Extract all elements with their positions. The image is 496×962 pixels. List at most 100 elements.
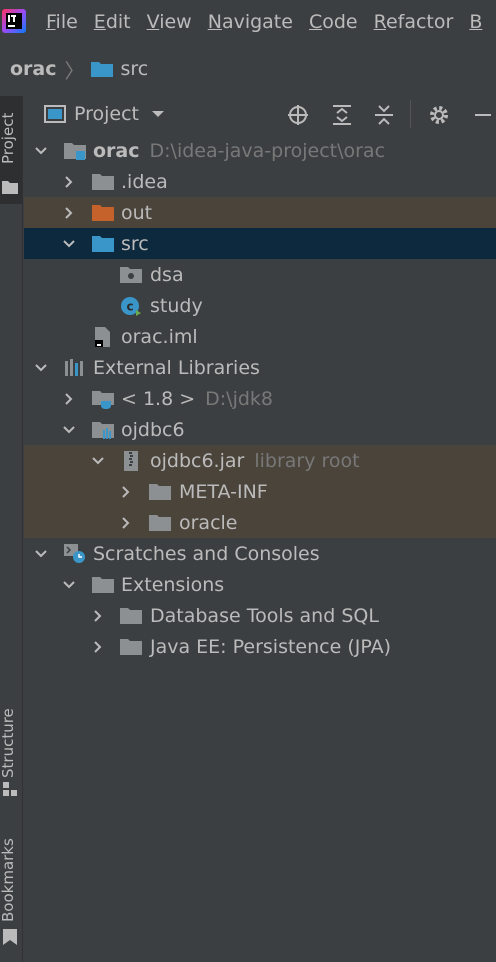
- folder-icon: [120, 607, 142, 624]
- chevron-right-icon[interactable]: [119, 516, 133, 530]
- bookmarks-tool-label: Bookmarks: [0, 838, 17, 922]
- tree-row-out[interactable]: out: [24, 197, 496, 228]
- structure-tool-tab[interactable]: Structure: [0, 690, 22, 800]
- chevron-down-icon[interactable]: [62, 237, 76, 251]
- tree-row-meta-inf[interactable]: META-INF: [24, 476, 496, 507]
- tree-row-database-tools[interactable]: Database Tools and SQL: [24, 600, 496, 631]
- tree-label: out: [121, 201, 153, 224]
- tree-row-scratches[interactable]: Scratches and Consoles: [24, 538, 496, 569]
- tree-row-src[interactable]: src: [24, 228, 496, 259]
- menu-navigate[interactable]: Navigate: [208, 11, 293, 33]
- tree-label: study: [150, 294, 203, 317]
- tree-label: oracle: [179, 511, 238, 534]
- root-module-path: D:\idea-java-project\orac: [149, 139, 386, 162]
- source-folder-icon: [92, 235, 114, 252]
- tree-label: External Libraries: [93, 356, 260, 379]
- chevron-right-icon[interactable]: [62, 392, 76, 406]
- folder-icon: [149, 483, 171, 500]
- module-file-icon: [95, 326, 110, 347]
- folder-icon: [149, 514, 171, 531]
- tree-row-oracle[interactable]: oracle: [24, 507, 496, 538]
- menu-build[interactable]: B: [469, 11, 482, 33]
- scratches-icon: [64, 543, 85, 563]
- chevron-down-icon[interactable]: [62, 578, 76, 592]
- project-tool-label: Project: [0, 112, 17, 164]
- menu-edit[interactable]: Edit: [94, 11, 131, 33]
- tree-row-jdk[interactable]: < 1.8 > D:\jdk8: [24, 383, 496, 414]
- chevron-down-icon[interactable]: [34, 361, 48, 375]
- panel-title[interactable]: Project: [74, 103, 139, 125]
- project-panel-header: Project: [24, 96, 496, 132]
- tree-row-orac[interactable]: orac D:\idea-java-project\orac: [24, 135, 496, 166]
- menu-file[interactable]: File: [46, 11, 78, 33]
- tree-row-jar[interactable]: ojdbc6.jar library root: [24, 445, 496, 476]
- bookmarks-tool-tab[interactable]: Bookmarks: [0, 825, 22, 950]
- project-tool-tab[interactable]: Project: [0, 96, 22, 204]
- chevron-down-icon[interactable]: [34, 144, 48, 158]
- structure-icon: [3, 782, 17, 796]
- chevron-down-icon[interactable]: [91, 454, 105, 468]
- folder-icon: [92, 173, 114, 190]
- menu-refactor[interactable]: Refactor: [374, 11, 454, 33]
- minimize-icon[interactable]: [472, 104, 494, 126]
- tree-row-extensions[interactable]: Extensions: [24, 569, 496, 600]
- tree-label: orac.iml: [121, 325, 198, 348]
- breadcrumb-separator-icon: 〉: [64, 58, 85, 83]
- chevron-down-icon[interactable]: [62, 423, 76, 437]
- tree-label: Database Tools and SQL: [150, 604, 379, 627]
- chevron-right-icon[interactable]: [119, 485, 133, 499]
- tree-row-idea[interactable]: .idea: [24, 166, 496, 197]
- tree-label: dsa: [150, 263, 184, 286]
- root-module-name: orac: [93, 139, 140, 162]
- library-icon: [65, 358, 83, 376]
- chevron-right-icon[interactable]: [62, 175, 76, 189]
- jdk-name: < 1.8 >: [121, 387, 196, 410]
- folder-icon: [92, 576, 114, 593]
- library-folder-icon: [92, 421, 114, 439]
- excluded-folder-icon: [92, 204, 114, 221]
- tree-row-external-libraries[interactable]: External Libraries: [24, 352, 496, 383]
- tree-label: ojdbc6: [121, 418, 185, 441]
- folder-blue-icon: [90, 62, 113, 77]
- jar-note: library root: [254, 449, 360, 472]
- breadcrumb-root[interactable]: orac: [10, 58, 57, 80]
- menu-code[interactable]: Code: [309, 11, 358, 33]
- structure-tool-label: Structure: [0, 708, 17, 778]
- chevron-right-icon[interactable]: [91, 640, 105, 654]
- java-class-icon: c: [121, 296, 141, 316]
- tree-label: .idea: [121, 170, 168, 193]
- folder-tool-icon: [2, 181, 18, 194]
- tree-label: Scratches and Consoles: [93, 542, 320, 565]
- tree-row-iml[interactable]: orac.iml: [24, 321, 496, 352]
- expand-all-icon[interactable]: [331, 104, 353, 126]
- tree-row-study[interactable]: c study: [24, 290, 496, 321]
- tree-label: Extensions: [121, 573, 225, 596]
- tree-row-java-ee[interactable]: Java EE: Persistence (JPA): [24, 631, 496, 662]
- menu-bar: File Edit View Navigate Code Refactor B: [0, 0, 496, 44]
- project-tree: orac D:\idea-java-project\orac .idea out …: [24, 135, 496, 662]
- jar-name: ojdbc6.jar: [150, 449, 245, 472]
- tree-row-ojdbc6[interactable]: ojdbc6: [24, 414, 496, 445]
- tree-row-dsa[interactable]: dsa: [24, 259, 496, 290]
- select-opened-file-icon[interactable]: [287, 104, 309, 126]
- gear-icon[interactable]: [428, 104, 450, 126]
- collapse-all-icon[interactable]: [373, 104, 395, 126]
- breadcrumb-child[interactable]: src: [121, 58, 149, 80]
- jar-archive-icon: [124, 450, 138, 471]
- menu-items: File Edit View Navigate Code Refactor B: [46, 0, 496, 44]
- breadcrumb: orac 〉 src: [0, 50, 496, 88]
- chevron-right-icon[interactable]: [62, 206, 76, 220]
- folder-icon: [120, 638, 142, 655]
- dropdown-chevron-icon[interactable]: [151, 109, 165, 119]
- svg-text:c: c: [126, 299, 133, 313]
- chevron-right-icon[interactable]: [91, 609, 105, 623]
- bookmark-icon: [3, 929, 17, 945]
- project-view-icon: [44, 105, 66, 123]
- header-divider: [410, 100, 411, 128]
- chevron-down-icon[interactable]: [34, 547, 48, 561]
- jdk-icon: [92, 390, 114, 409]
- tree-label: src: [121, 232, 149, 255]
- menu-view[interactable]: View: [147, 11, 192, 33]
- tree-label: Java EE: Persistence (JPA): [150, 635, 392, 658]
- module-folder-icon: [64, 142, 86, 160]
